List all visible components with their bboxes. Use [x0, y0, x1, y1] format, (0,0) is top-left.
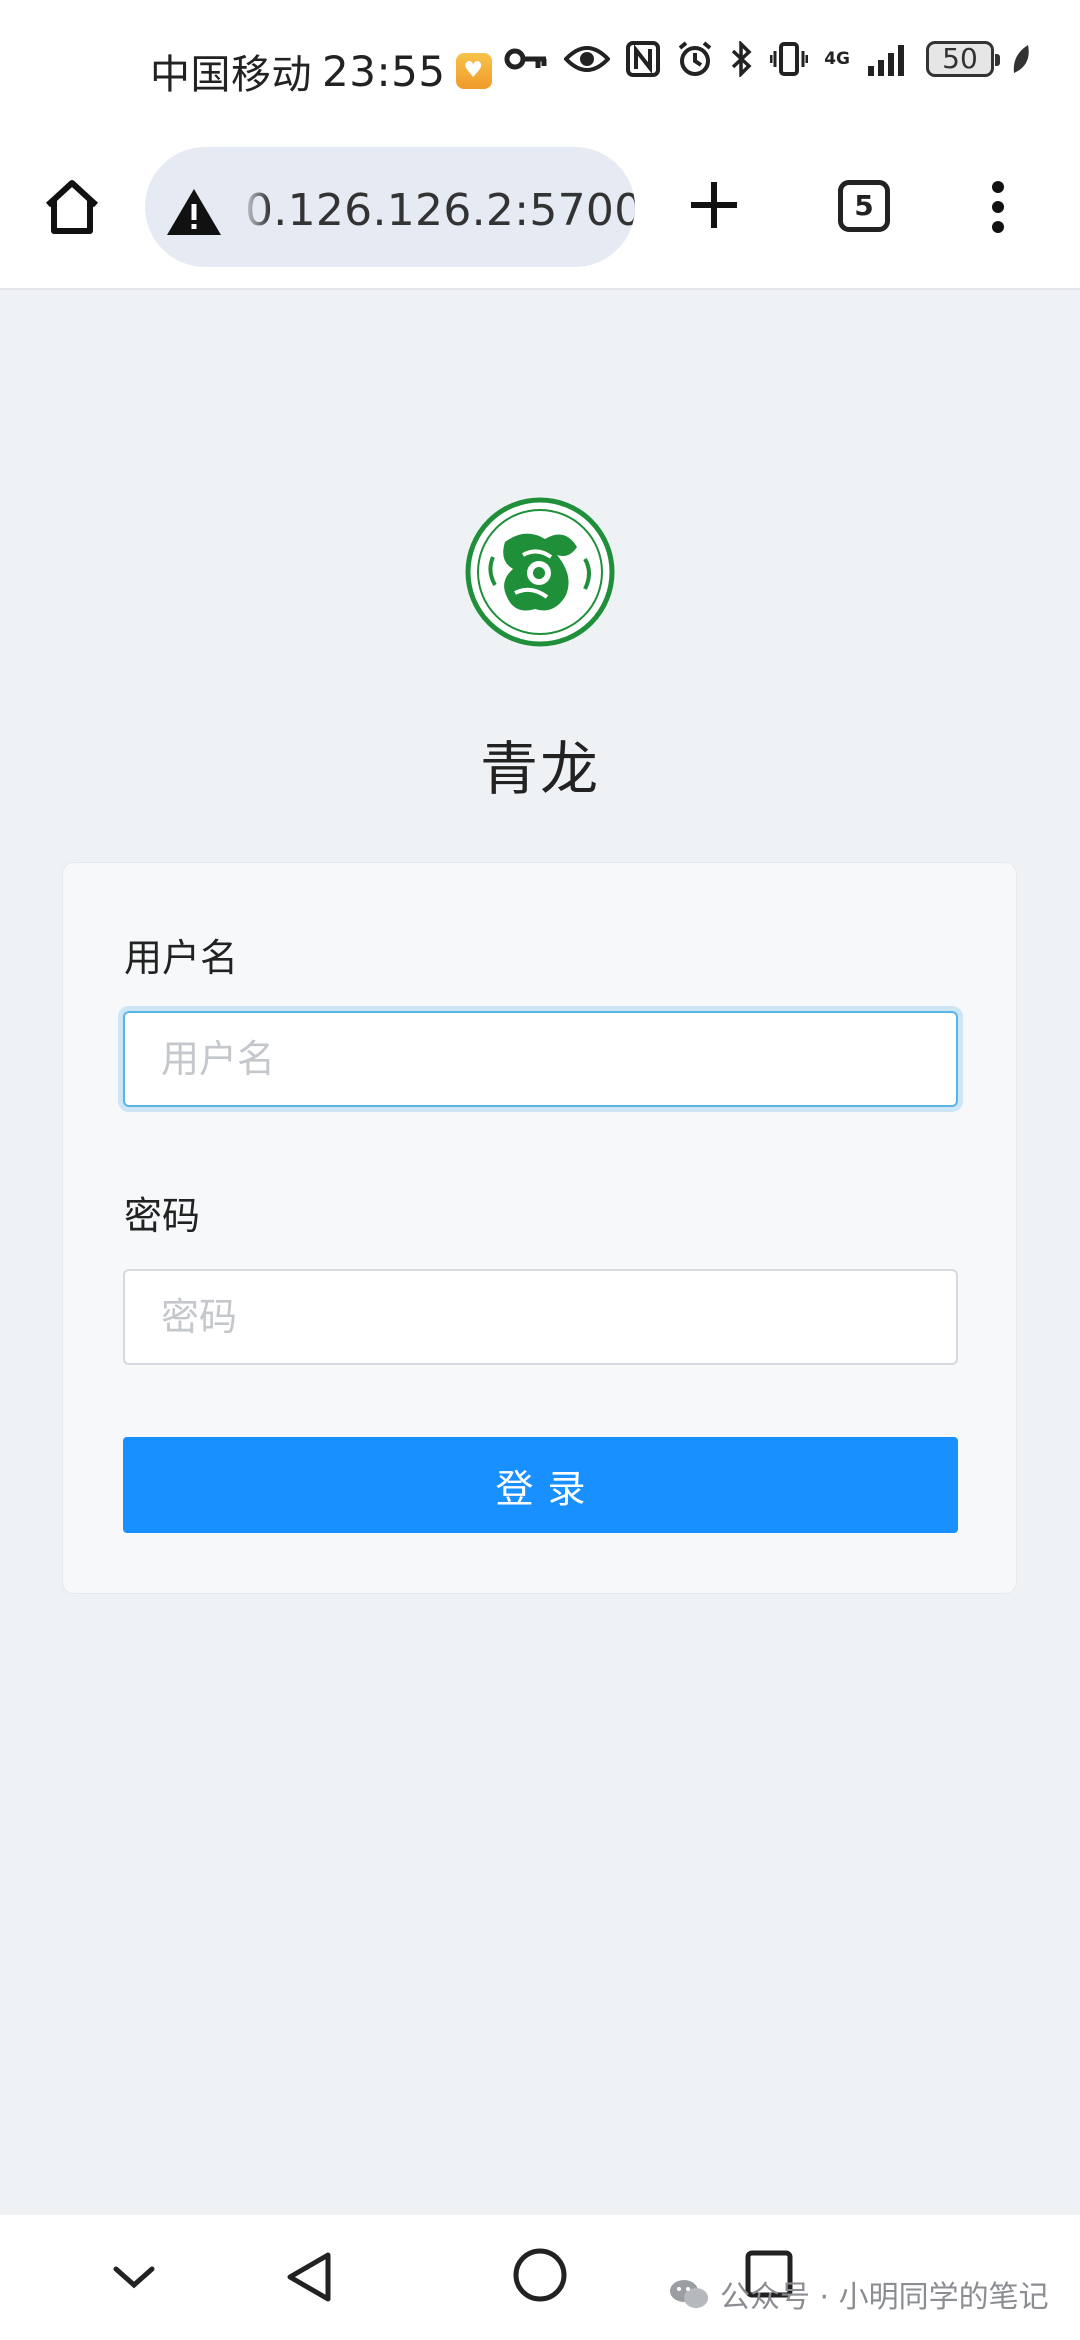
bluetooth-icon [732, 41, 752, 77]
clock: 23:55 [322, 46, 446, 96]
carrier-info: 中国移动 23:55 ♥ [150, 42, 492, 100]
browser-toolbar: 0.126.126.2:5700 5 [0, 135, 1080, 290]
back-icon[interactable] [284, 2249, 336, 2305]
home-nav-icon[interactable] [512, 2247, 568, 2303]
status-bar: 中国移动 23:55 ♥ 4G 50 [0, 0, 1080, 135]
watermark-text: 公众号 · 小明同学的笔记 [720, 2280, 1049, 2315]
password-label: 密码 [124, 1194, 201, 1238]
eye-icon [564, 46, 611, 72]
network-type: 4G [824, 48, 850, 69]
carrier-name: 中国移动 [150, 52, 312, 98]
nfc-icon [626, 41, 661, 77]
app-title: 青龙 [479, 735, 600, 803]
address-bar[interactable]: 0.126.126.2:5700 [145, 147, 635, 267]
signal-icon [868, 45, 904, 76]
more-menu-icon[interactable] [988, 179, 1008, 235]
vibrate-icon [770, 42, 809, 76]
new-tab-icon[interactable] [688, 179, 740, 231]
url-fade [240, 147, 270, 267]
watermark: 公众号 · 小明同学的笔记 [668, 2272, 1049, 2316]
qinglong-logo [465, 497, 615, 647]
leaf-icon [1013, 45, 1029, 73]
key-icon [504, 48, 547, 70]
alarm-icon [678, 41, 712, 76]
login-card: 用户名 密码 登录 [62, 862, 1017, 1594]
home-icon[interactable] [40, 175, 104, 239]
url-text[interactable]: 0.126.126.2:5700 [245, 185, 635, 236]
username-label: 用户名 [124, 936, 239, 980]
warning-icon[interactable] [165, 187, 223, 237]
login-button[interactable]: 登录 [123, 1437, 958, 1533]
password-input[interactable] [123, 1269, 958, 1365]
status-icons: 4G 50 [504, 40, 1032, 78]
username-input[interactable] [123, 1011, 958, 1107]
tab-count-button[interactable]: 5 [838, 180, 890, 232]
health-app-icon: ♥ [455, 53, 492, 89]
chevron-down-icon[interactable] [110, 2261, 158, 2291]
wechat-icon [670, 2280, 708, 2308]
battery-indicator: 50 [926, 41, 1000, 77]
